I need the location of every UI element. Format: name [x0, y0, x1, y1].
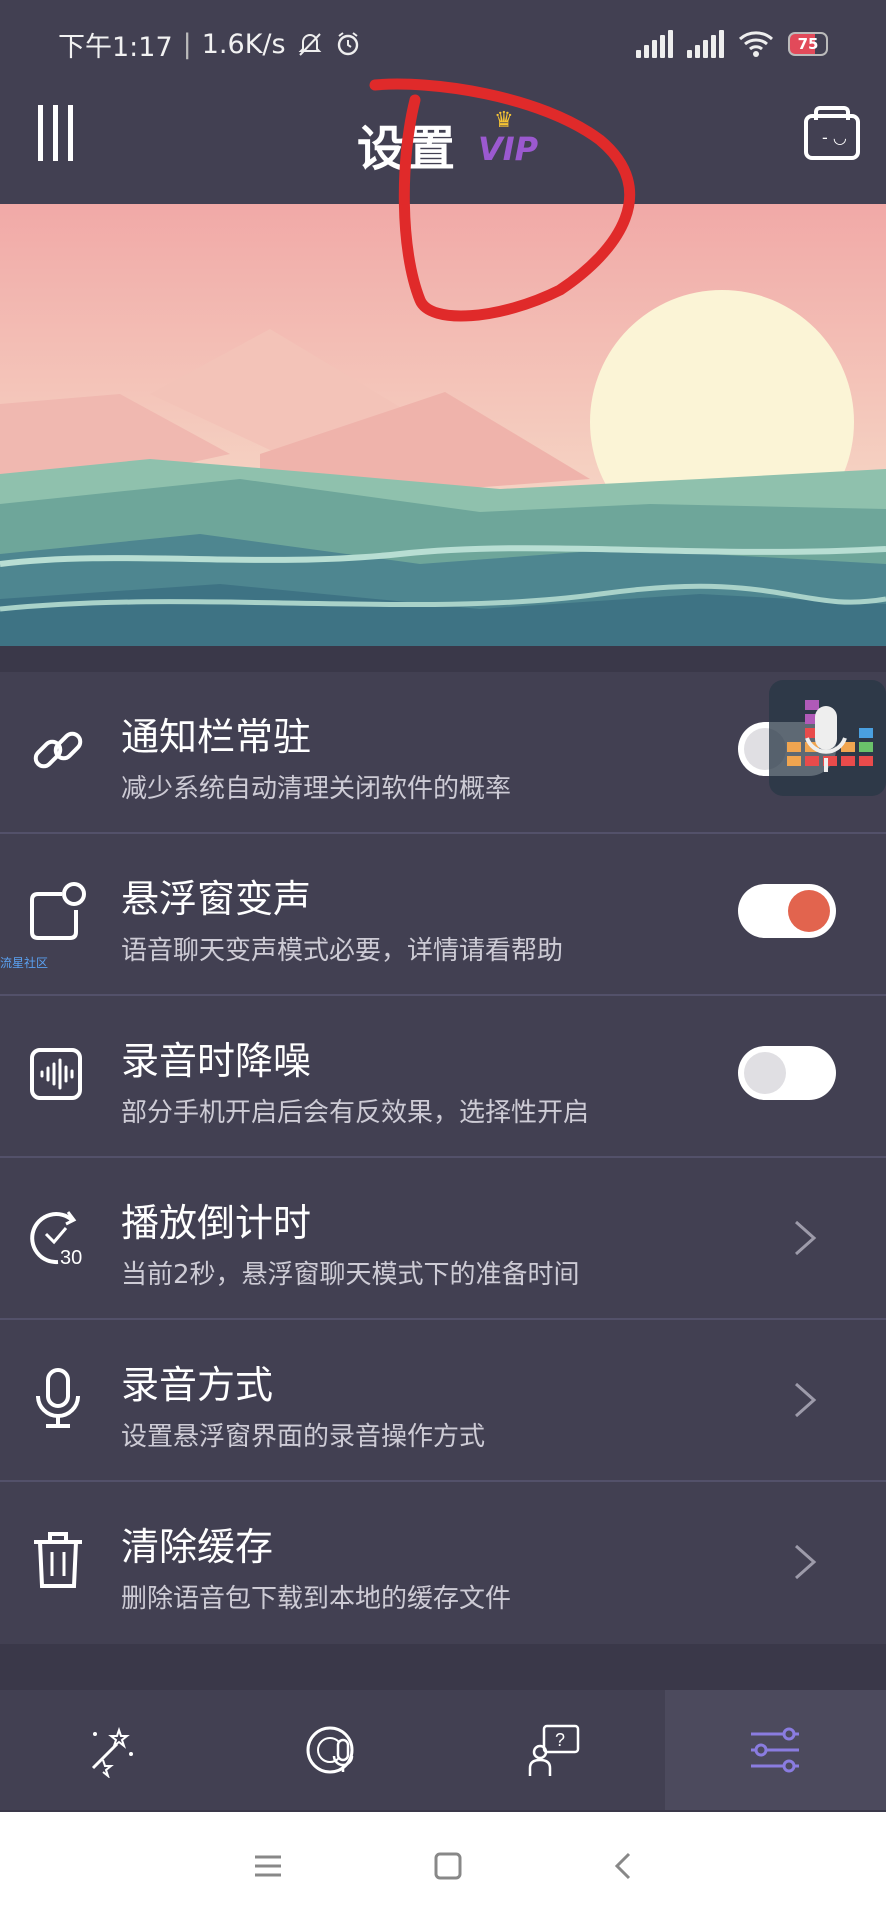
battery-icon: 75	[788, 32, 828, 56]
page-title: 设置	[357, 121, 458, 177]
chevron-right-icon[interactable]	[788, 1218, 822, 1258]
link-icon	[33, 731, 83, 769]
nav-voice-pack[interactable]	[222, 1690, 444, 1810]
chevron-right-icon[interactable]	[788, 1542, 822, 1582]
setting-row-playback-countdown[interactable]: 30 播放倒计时 当前2秒，悬浮窗聊天模式下的准备时间	[0, 1158, 886, 1320]
chevron-right-icon[interactable]	[788, 1380, 822, 1420]
magic-wand-icon	[91, 1726, 133, 1778]
nav-help[interactable]: ?	[443, 1690, 665, 1810]
home-icon[interactable]	[433, 1851, 463, 1881]
battery-level: 75	[797, 35, 819, 53]
floating-voice-toggle[interactable]	[738, 884, 836, 938]
setting-title: 录音时降噪	[121, 1039, 312, 1083]
status-time: 下午1:17	[58, 31, 173, 63]
noise-reduction-toggle[interactable]	[738, 1046, 836, 1100]
help-person-icon: ?	[528, 1724, 579, 1776]
signal-icon	[636, 30, 673, 58]
svg-text:?: ?	[555, 1730, 565, 1750]
svg-text:30: 30	[60, 1247, 82, 1268]
waveform-icon	[30, 1048, 82, 1100]
bottom-nav: ?	[0, 1690, 886, 1810]
floating-window-icon	[30, 882, 86, 940]
nav-settings[interactable]	[664, 1690, 886, 1810]
status-separator: |	[182, 28, 192, 60]
timer-30-icon: 30	[30, 1211, 82, 1268]
status-bar: 下午1:17 | 1.6K/s 75	[0, 0, 886, 88]
floating-voice-widget[interactable]	[769, 680, 886, 796]
setting-subtitle: 部分手机开启后会有反效果，选择性开启	[121, 1098, 590, 1128]
wifi-icon	[739, 31, 773, 57]
setting-title: 悬浮窗变声	[121, 877, 312, 921]
alarm-icon	[337, 32, 358, 56]
toggle-knob	[788, 890, 830, 932]
setting-title: 清除缓存	[121, 1525, 274, 1569]
setting-subtitle: 减少系统自动清理关闭软件的概率	[121, 774, 512, 804]
setting-row-clear-cache[interactable]: 清除缓存 删除语音包下载到本地的缓存文件	[0, 1482, 886, 1644]
signal-icon	[687, 30, 724, 58]
recent-apps-icon[interactable]	[253, 1853, 283, 1879]
nav-voice-changer[interactable]	[0, 1690, 222, 1810]
settings-screen: 下午1:17 | 1.6K/s 75 设置 ♛ VIP - ◡ - 通知栏常驻 …	[0, 0, 886, 1920]
setting-row-noise-reduction[interactable]: 录音时降噪 部分手机开启后会有反效果，选择性开启	[0, 996, 886, 1158]
setting-subtitle: 当前2秒，悬浮窗聊天模式下的准备时间	[121, 1260, 580, 1290]
setting-subtitle: 设置悬浮窗界面的录音操作方式	[121, 1422, 486, 1452]
watermark-text: 流星社区	[0, 956, 49, 970]
back-icon[interactable]	[613, 1851, 633, 1881]
sliders-icon	[751, 1727, 800, 1773]
trash-icon	[34, 1532, 82, 1588]
menu-bars-icon[interactable]	[38, 105, 82, 161]
toggle-knob	[744, 1052, 786, 1094]
setting-row-recording-mode[interactable]: 录音方式 设置悬浮窗界面的录音操作方式	[0, 1320, 886, 1482]
app-bar: 设置 ♛ VIP - ◡ -	[0, 88, 886, 204]
setting-title: 录音方式	[121, 1363, 274, 1407]
vip-badge[interactable]: VIP	[478, 130, 538, 168]
banner-illustration	[0, 204, 886, 646]
setting-subtitle: 语音聊天变声模式必要，详情请看帮助	[121, 936, 564, 966]
setting-title: 播放倒计时	[121, 1201, 312, 1245]
setting-title: 通知栏常驻	[121, 715, 312, 759]
microphone-icon	[36, 1368, 80, 1428]
setting-subtitle: 删除语音包下载到本地的缓存文件	[121, 1584, 512, 1614]
setting-row-floating-voice[interactable]: 悬浮窗变声 语音聊天变声模式必要，详情请看帮助	[0, 834, 886, 996]
bell-off-icon	[298, 33, 321, 56]
voice-disc-icon	[306, 1726, 354, 1774]
setting-row-notification-persist[interactable]: 通知栏常驻 减少系统自动清理关闭软件的概率	[0, 672, 886, 834]
equalizer-mic-icon	[787, 700, 873, 772]
folder-face-icon[interactable]: - ◡ -	[804, 106, 860, 166]
network-speed: 1.6K/s	[201, 28, 286, 60]
system-nav-bar	[0, 1812, 886, 1920]
settings-list: 通知栏常驻 减少系统自动清理关闭软件的概率 悬浮窗变声 语音聊天变声模式必要，详…	[0, 672, 886, 1644]
